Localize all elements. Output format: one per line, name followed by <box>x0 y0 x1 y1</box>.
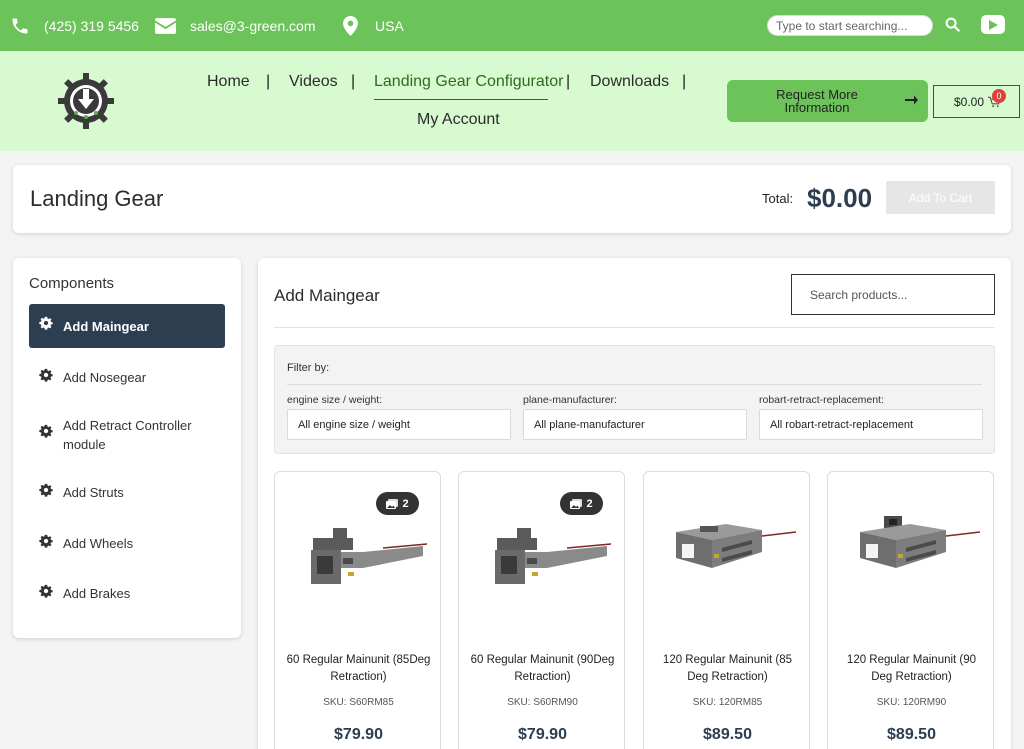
product-name[interactable]: 120 Regular Mainunit (90 Deg Retraction) <box>838 652 985 686</box>
location-info: USA <box>343 0 404 51</box>
product-image[interactable] <box>846 514 982 584</box>
nav-separator: | <box>351 73 356 90</box>
youtube-icon[interactable] <box>981 15 1005 34</box>
sidebar-item-label: Add Brakes <box>63 586 131 601</box>
divider <box>274 327 995 328</box>
phone-text: (425) 319 5456 <box>44 17 139 34</box>
filter-label: engine size / weight: <box>287 394 383 406</box>
divider <box>287 384 982 385</box>
cart-button[interactable]: $0.00 <box>933 85 1020 118</box>
plane-manufacturer-filter[interactable]: All plane-manufacturer <box>523 409 747 440</box>
product-price: $89.50 <box>703 726 752 743</box>
image-count-badge[interactable]: 2 <box>560 492 603 515</box>
product-sku: SKU: 120RM90 <box>876 697 947 708</box>
nav-videos[interactable]: Videos <box>289 73 338 91</box>
product-sku: SKU: S60RM85 <box>323 697 394 708</box>
robart-retract-filter[interactable]: All robart-retract-replacement <box>759 409 983 440</box>
request-info-button[interactable]: Request More Information <box>727 80 928 122</box>
phone-contact[interactable]: (425) 319 5456 <box>10 0 139 51</box>
gear-icon <box>39 483 53 497</box>
product-name[interactable]: 60 Regular Mainunit (90Deg Retraction) <box>469 652 616 686</box>
product-panel: Add Maingear Filter by: engine size / we… <box>258 258 1011 749</box>
sidebar-item-label: Add Maingear <box>63 319 149 334</box>
email-contact[interactable]: sales@3-green.com <box>155 0 316 51</box>
nav-separator: | <box>566 73 571 90</box>
filter-label: robart-retract-replacement: <box>759 394 884 406</box>
components-sidebar: Components Add Maingear Add Nosegear Add… <box>13 258 241 638</box>
site-search <box>767 15 933 36</box>
image-count: 2 <box>402 497 409 510</box>
product-price: $79.90 <box>518 726 567 743</box>
builder-title: Landing Gear <box>30 186 164 211</box>
product-card[interactable]: 2 60 Regular Mainunit (85Deg Retraction)… <box>274 471 441 749</box>
map-pin-icon <box>343 15 358 36</box>
nav-home[interactable]: Home <box>207 73 250 91</box>
product-card[interactable]: 2 60 Regular Mainunit (90Deg Retraction)… <box>458 471 625 749</box>
product-sku: SKU: 120RM85 <box>692 697 763 708</box>
play-icon <box>988 19 998 30</box>
sidebar-item-label: Add Struts <box>63 485 124 500</box>
cart-count-badge: 0 <box>992 89 1006 103</box>
sidebar-item-maingear[interactable]: Add Maingear <box>29 304 225 348</box>
product-card[interactable]: 120 Regular Mainunit (85 Deg Retraction)… <box>643 471 810 749</box>
product-card[interactable]: 120 Regular Mainunit (90 Deg Retraction)… <box>827 471 994 749</box>
gear-icon <box>39 584 53 598</box>
product-image[interactable] <box>477 524 613 594</box>
product-price: $79.90 <box>334 726 383 743</box>
images-icon <box>386 498 399 509</box>
filter-panel: Filter by: engine size / weight: All eng… <box>274 345 995 454</box>
brand-logo[interactable] <box>56 71 116 131</box>
search-icon[interactable] <box>945 17 960 32</box>
image-count-badge[interactable]: 2 <box>376 492 419 515</box>
gear-icon <box>39 368 53 382</box>
nav-my-account[interactable]: My Account <box>417 111 500 129</box>
image-count: 2 <box>586 497 593 510</box>
nav-downloads[interactable]: Downloads <box>590 73 669 91</box>
product-name[interactable]: 120 Regular Mainunit (85 Deg Retraction) <box>654 652 801 686</box>
product-image[interactable] <box>662 514 798 584</box>
product-search <box>791 274 995 315</box>
product-search-input[interactable] <box>792 275 994 314</box>
nav-landing-gear-configurator[interactable]: Landing Gear Configurator <box>374 73 563 91</box>
gear-icon <box>39 534 53 548</box>
images-icon <box>570 498 583 509</box>
product-image[interactable] <box>293 524 429 594</box>
nav-separator: | <box>682 73 687 90</box>
phone-icon <box>12 18 28 33</box>
location-text: USA <box>375 17 404 34</box>
top-bar: (425) 319 5456 sales@3-green.com USA <box>0 0 1024 51</box>
envelope-icon <box>155 17 176 34</box>
sidebar-title: Components <box>29 275 115 292</box>
gear-icon <box>39 316 53 330</box>
email-text: sales@3-green.com <box>190 17 316 34</box>
arrow-right-icon <box>905 95 918 105</box>
add-to-cart-button[interactable]: Add To Cart <box>886 181 995 214</box>
builder-summary-card: Landing Gear Total: $0.00 Add To Cart <box>13 165 1011 233</box>
gear-icon <box>39 424 53 438</box>
panel-title: Add Maingear <box>274 286 380 305</box>
filter-label: plane-manufacturer: <box>523 394 617 406</box>
sidebar-item-label: Add Nosegear <box>63 370 147 385</box>
product-price: $89.50 <box>887 726 936 743</box>
nav-separator: | <box>266 73 271 90</box>
request-info-label: Request More Information <box>776 87 858 115</box>
filter-title: Filter by: <box>287 362 330 374</box>
product-sku: SKU: S60RM90 <box>507 697 578 708</box>
sidebar-item-label: Add Retract Controller module <box>63 418 192 452</box>
cart-total: $0.00 <box>954 94 985 109</box>
total-value: $0.00 <box>807 183 873 213</box>
site-search-input[interactable] <box>768 16 932 35</box>
nav-active-underline <box>374 99 548 100</box>
total-label: Total: <box>762 191 794 206</box>
sidebar-item-label: Add Wheels <box>63 536 134 551</box>
product-name[interactable]: 60 Regular Mainunit (85Deg Retraction) <box>285 652 432 686</box>
engine-size-filter[interactable]: All engine size / weight <box>287 409 511 440</box>
